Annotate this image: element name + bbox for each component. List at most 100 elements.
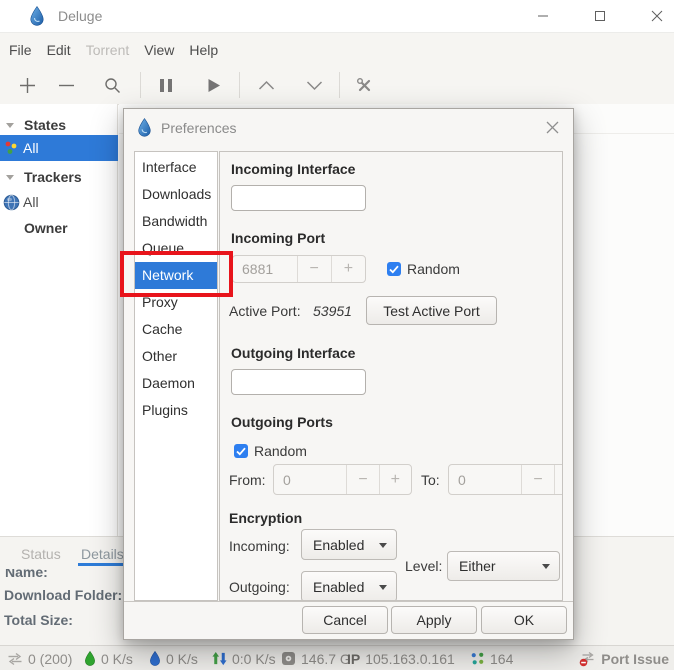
owner-label: Owner (24, 220, 68, 236)
add-torrent-button[interactable] (13, 70, 41, 100)
encryption-incoming-dropdown[interactable]: Enabled (301, 529, 397, 560)
from-value[interactable]: 0 (274, 465, 346, 494)
connections-value: 0 (200) (28, 651, 72, 667)
spinner-decrement-button[interactable]: − (297, 256, 331, 282)
pause-torrent-button[interactable] (152, 70, 180, 100)
spinner-decrement-button[interactable]: − (346, 465, 378, 494)
sidebar-trackers-header[interactable]: Trackers (0, 165, 118, 189)
preferences-dialog: Preferences Interface Downloads Bandwidt… (123, 108, 574, 640)
test-active-port-button[interactable]: Test Active Port (366, 296, 497, 325)
tab-details[interactable]: Details (81, 546, 124, 562)
toolbar-separator (339, 72, 340, 98)
port-issue-icon (579, 651, 596, 667)
states-label: States (24, 117, 66, 133)
queue-up-button[interactable] (252, 70, 280, 100)
spinner-increment-button[interactable]: + (554, 465, 563, 494)
category-network[interactable]: Network (135, 262, 217, 289)
category-other[interactable]: Other (135, 343, 217, 370)
deluge-logo-icon (137, 118, 152, 137)
trackers-label: Trackers (24, 169, 82, 185)
dialog-close-button[interactable] (545, 120, 559, 134)
dialog-title: Preferences (161, 120, 236, 136)
category-proxy[interactable]: Proxy (135, 289, 217, 316)
category-bandwidth[interactable]: Bandwidth (135, 208, 217, 235)
sidebar-owner-header[interactable]: Owner (0, 216, 118, 240)
upload-rate-status[interactable]: 0 K/s (149, 649, 198, 668)
spinner-increment-button[interactable]: + (331, 256, 365, 282)
to-label: To: (421, 472, 440, 488)
dht-nodes-value: 164 (490, 651, 513, 667)
encryption-level-dropdown[interactable]: Either (447, 551, 560, 581)
encryption-level-label: Level: (405, 558, 442, 574)
pause-icon (159, 78, 173, 93)
sidebar-states-header[interactable]: States (0, 113, 118, 137)
incoming-interface-label: Incoming Interface (231, 161, 355, 177)
encryption-label: Encryption (229, 510, 302, 526)
upload-rate-value: 0 K/s (166, 651, 198, 667)
deluge-logo-icon (29, 6, 45, 26)
incoming-interface-input[interactable] (231, 185, 366, 211)
free-space-value: 146.7 G (301, 651, 351, 667)
dht-nodes-status: 164 (470, 649, 513, 668)
encryption-incoming-label: Incoming: (229, 538, 290, 554)
total-size-label: Total Size: (4, 612, 73, 628)
apply-button[interactable]: Apply (391, 606, 477, 634)
collapse-caret-icon (6, 123, 14, 128)
spinner-increment-button[interactable]: + (379, 465, 411, 494)
check-icon (236, 447, 246, 456)
category-downloads[interactable]: Downloads (135, 181, 217, 208)
preferences-button[interactable] (350, 70, 378, 100)
outgoing-random-checkbox[interactable] (234, 444, 248, 458)
tab-status[interactable]: Status (21, 546, 61, 562)
spinner-decrement-button[interactable]: − (521, 465, 553, 494)
disk-icon (281, 651, 296, 666)
outgoing-random-label: Random (254, 443, 307, 459)
maximize-button[interactable] (578, 0, 622, 32)
chevron-down-icon (306, 80, 323, 91)
tools-icon (356, 77, 373, 94)
to-value[interactable]: 0 (449, 465, 521, 494)
filter-sidebar: States All Trackers All (0, 104, 118, 536)
filter-search-button[interactable] (98, 70, 126, 100)
category-daemon[interactable]: Daemon (135, 370, 217, 397)
close-icon (546, 121, 559, 134)
cancel-button[interactable]: Cancel (302, 606, 388, 634)
dialog-footer-divider (124, 601, 573, 602)
encryption-outgoing-dropdown[interactable]: Enabled (301, 571, 397, 601)
menu-edit[interactable]: Edit (47, 42, 71, 58)
category-queue[interactable]: Queue (135, 235, 217, 262)
incoming-port-value[interactable]: 6881 (233, 256, 297, 282)
category-interface[interactable]: Interface (135, 154, 217, 181)
download-rate-status[interactable]: 0 K/s (84, 649, 133, 668)
active-port-label: Active Port: (229, 303, 301, 319)
outgoing-port-to-spinner: 0 − + (448, 464, 563, 495)
menu-help[interactable]: Help (189, 42, 218, 58)
remove-torrent-button[interactable] (52, 70, 80, 100)
sidebar-item-all-trackers[interactable]: All (0, 190, 118, 214)
menu-view[interactable]: View (144, 42, 174, 58)
resume-torrent-button[interactable] (200, 70, 228, 100)
minimize-button[interactable] (521, 0, 565, 32)
toolbar-separator (239, 72, 240, 98)
dht-nodes-icon (470, 651, 485, 666)
outgoing-interface-input[interactable] (231, 369, 366, 395)
category-plugins[interactable]: Plugins (135, 397, 217, 424)
ok-button[interactable]: OK (481, 606, 567, 634)
protocol-traffic-status: 0:0 K/s (212, 649, 276, 668)
close-button[interactable] (635, 0, 674, 32)
incoming-port-spinner: 6881 − + (232, 255, 366, 283)
all-states-label: All (23, 140, 39, 156)
from-label: From: (229, 472, 266, 488)
menu-bar: File Edit Torrent View Help (0, 33, 674, 66)
sidebar-item-all-states[interactable]: All (0, 135, 118, 161)
download-rate-value: 0 K/s (101, 651, 133, 667)
category-cache[interactable]: Cache (135, 316, 217, 343)
port-issue-status[interactable]: Port Issue (579, 649, 669, 668)
incoming-random-checkbox[interactable] (387, 262, 401, 276)
window-title: Deluge (58, 8, 102, 24)
encryption-outgoing-value: Enabled (313, 579, 364, 595)
queue-down-button[interactable] (300, 70, 328, 100)
connections-status[interactable]: 0 (200) (7, 649, 72, 668)
encryption-incoming-value: Enabled (313, 537, 364, 553)
menu-file[interactable]: File (9, 42, 32, 58)
